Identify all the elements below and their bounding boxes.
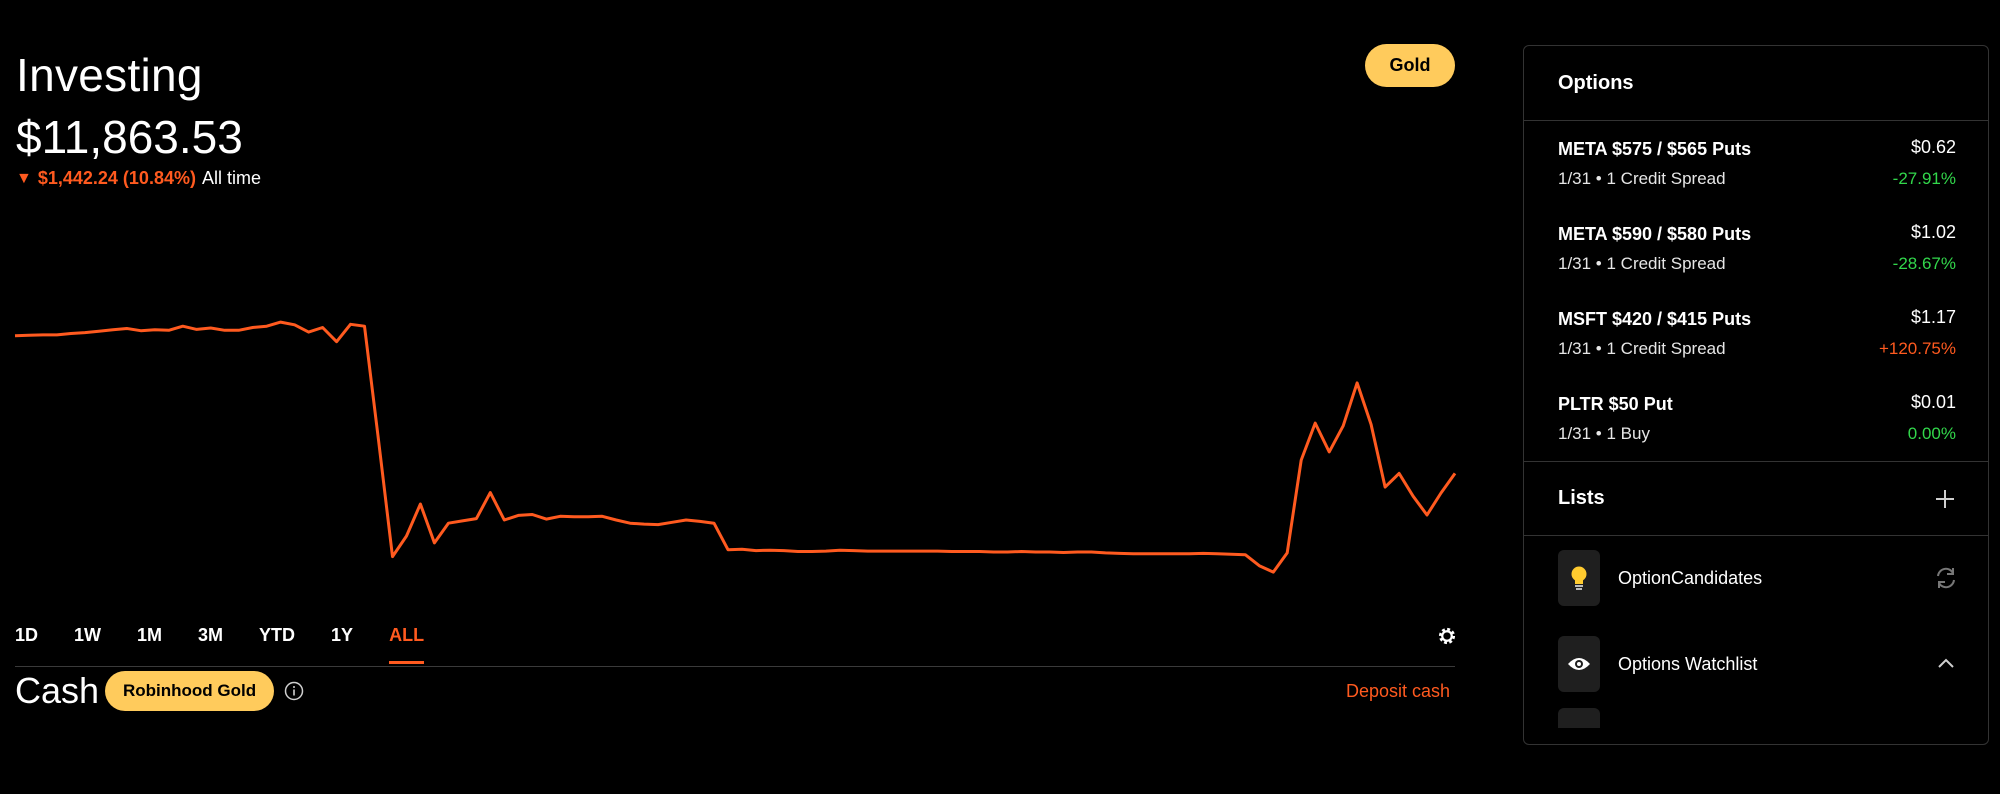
list-item-options-watchlist[interactable]: Options Watchlist: [1524, 622, 1988, 708]
settings-gear-icon[interactable]: [1436, 625, 1458, 647]
option-price: $0.62: [1910, 137, 1956, 157]
range-tab-1y[interactable]: 1Y: [331, 622, 353, 664]
range-tab-all[interactable]: ALL: [389, 622, 425, 664]
list-label: Options Watchlist: [1618, 654, 1758, 674]
option-name: META $575 / $565 Puts: [1558, 139, 1752, 159]
options-list: META $575 / $565 Puts 1/31 • 1 Credit Spr…: [1524, 121, 1988, 461]
sidebar: Options META $575 / $565 Puts 1/31 • 1 Cr…: [1523, 45, 1989, 745]
robinhood-gold-badge[interactable]: Robinhood Gold: [105, 671, 275, 711]
change-period: All time: [201, 168, 261, 188]
option-details: 1/31 • 1 Credit Spread: [1558, 254, 1726, 273]
option-name: MSFT $420 / $415 Puts: [1558, 309, 1752, 329]
option-change-percent: 0.00%: [1907, 424, 1956, 443]
chevron-up-icon[interactable]: [1934, 652, 1958, 676]
page-title: Investing: [16, 49, 203, 101]
option-details: 1/31 • 1 Buy: [1558, 424, 1650, 443]
range-tab-1d[interactable]: 1D: [15, 622, 38, 664]
option-position-row[interactable]: META $590 / $580 Puts 1/31 • 1 Credit Spr…: [1524, 206, 1988, 291]
option-change-percent: +120.75%: [1878, 339, 1956, 358]
add-list-plus-icon[interactable]: [1934, 488, 1956, 510]
options-heading: Options: [1524, 46, 1988, 121]
list-label: OptionCandidates: [1618, 568, 1763, 588]
option-name: PLTR $50 Put: [1558, 394, 1673, 414]
range-selector: 1D 1W 1M 3M YTD 1Y ALL: [15, 622, 460, 664]
list-item-partial[interactable]: [1524, 708, 1988, 794]
option-change-percent: -27.91%: [1892, 169, 1956, 188]
option-position-row[interactable]: PLTR $50 Put 1/31 • 1 Buy $0.01 0.00%: [1524, 376, 1988, 461]
eye-icon: [1558, 636, 1600, 692]
portfolio-chart[interactable]: [0, 280, 1470, 600]
lightbulb-icon: [1558, 550, 1600, 606]
portfolio-panel: Investing $11,863.53 ▼ $1,442.24 (10.84%…: [0, 0, 1480, 731]
option-details: 1/31 • 1 Credit Spread: [1558, 339, 1726, 358]
divider: [15, 666, 1455, 667]
range-tab-1m[interactable]: 1M: [137, 622, 162, 664]
option-price: $1.02: [1910, 222, 1956, 242]
lists-heading: Lists: [1558, 487, 1605, 509]
list-icon-placeholder: [1558, 708, 1600, 728]
option-position-row[interactable]: MSFT $420 / $415 Puts 1/31 • 1 Credit Spr…: [1524, 291, 1988, 376]
change-amount: $1,442.24 (10.84%): [37, 168, 196, 188]
lists-header: Lists: [1524, 461, 1988, 536]
portfolio-value: $11,863.53: [16, 111, 243, 163]
portfolio-value-line: [14, 320, 1457, 574]
deposit-cash-link[interactable]: Deposit cash: [1346, 681, 1450, 702]
range-tab-ytd[interactable]: YTD: [259, 622, 295, 664]
info-icon[interactable]: [284, 681, 304, 701]
option-price: $1.17: [1910, 307, 1956, 327]
option-details: 1/31 • 1 Credit Spread: [1558, 169, 1726, 188]
gold-button[interactable]: Gold: [1365, 44, 1455, 87]
cash-heading: Cash: [15, 670, 100, 711]
range-tab-1w[interactable]: 1W: [74, 622, 101, 664]
portfolio-change: ▼ $1,442.24 (10.84%) All time: [16, 168, 261, 189]
option-name: META $590 / $580 Puts: [1558, 224, 1752, 244]
list-item-optioncandidates[interactable]: OptionCandidates: [1524, 536, 1988, 622]
down-arrow-icon: ▼: [16, 169, 32, 187]
option-position-row[interactable]: META $575 / $565 Puts 1/31 • 1 Credit Spr…: [1524, 121, 1988, 206]
option-price: $0.01: [1910, 392, 1956, 412]
range-tab-3m[interactable]: 3M: [198, 622, 223, 664]
refresh-icon[interactable]: [1934, 566, 1958, 590]
option-change-percent: -28.67%: [1892, 254, 1956, 273]
